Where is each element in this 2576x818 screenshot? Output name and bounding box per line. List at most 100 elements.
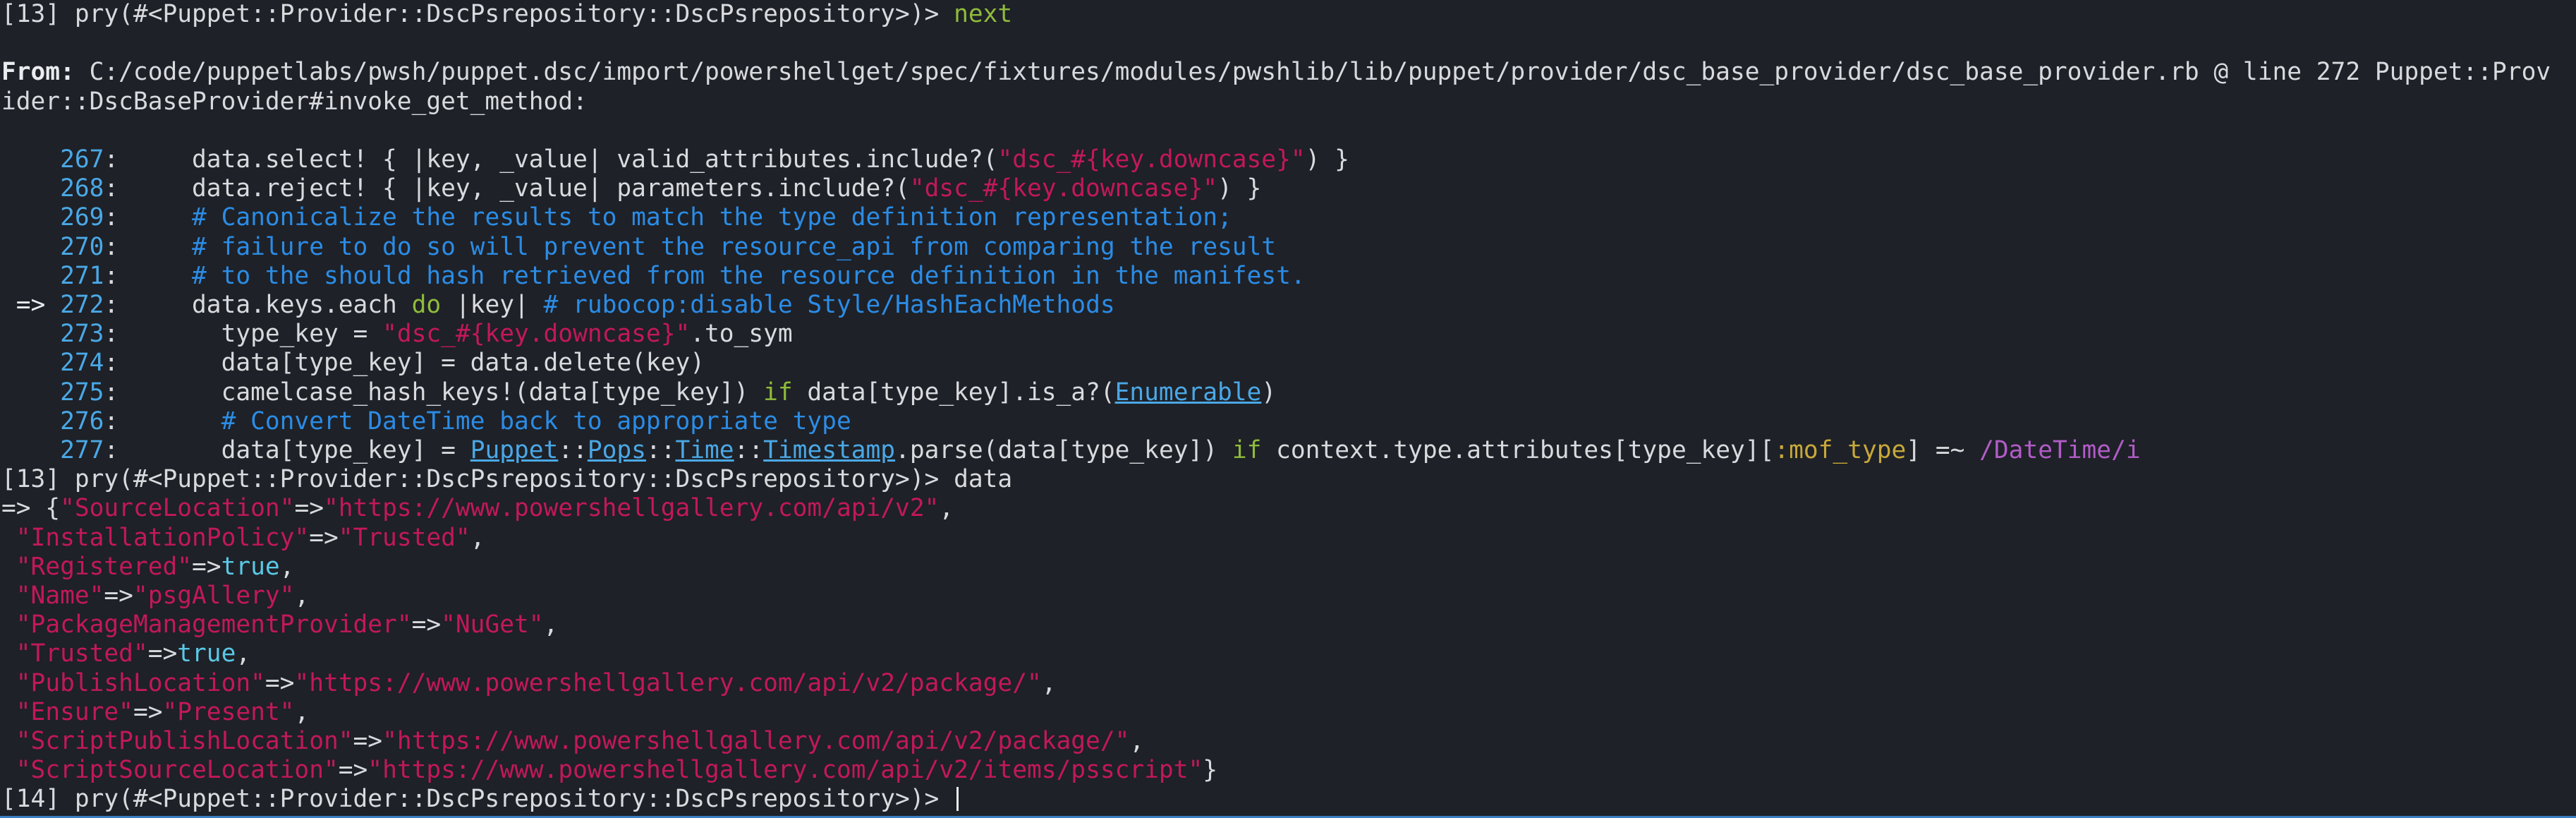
terminal-line: [13] pry(#<Puppet::Provider::DscPsreposi…: [1, 465, 2576, 494]
terminal-token: ,: [470, 523, 485, 552]
terminal-token: 277: [1, 436, 104, 464]
terminal-line: "PackageManagementProvider"=>"NuGet",: [1, 611, 2576, 639]
terminal-token: data[type_key].is_a?(: [792, 378, 1115, 407]
terminal-token: "Present": [162, 697, 295, 726]
terminal-token: : type_key =: [104, 320, 383, 349]
terminal-token: .to_sym: [690, 320, 793, 349]
terminal-token: "https://www.powershellgallery.com/api/v…: [294, 668, 1042, 697]
terminal-line: 276: # Convert DateTime back to appropri…: [1, 407, 2576, 436]
terminal-token: "Name": [16, 582, 104, 610]
terminal-token: [13] pry(#<Puppet::Provider::DscPsreposi…: [1, 465, 1013, 494]
terminal-token: :: [104, 232, 193, 261]
terminal-token: do: [411, 291, 442, 319]
terminal-line: 270: # failure to do so will prevent the…: [1, 233, 2576, 262]
terminal-token: =>: [104, 582, 133, 610]
terminal-token: : data[type_key] = data.delete(key): [104, 349, 705, 378]
terminal-line: "ScriptPublishLocation"=>"https://www.po…: [1, 727, 2576, 756]
terminal-token: # Canonicalize the results to match the …: [192, 203, 1232, 232]
terminal-token: "psgAllery": [133, 582, 295, 610]
terminal-line: "Ensure"=>"Present",: [1, 698, 2576, 727]
terminal-token: =>: [411, 611, 442, 639]
terminal-token: 269: [1, 203, 104, 232]
terminal-token: "dsc_#{key.downcase}": [997, 145, 1306, 174]
terminal-token: Timestamp: [763, 436, 896, 464]
terminal-token: :mof_type: [1774, 436, 1907, 464]
terminal-window[interactable]: [13] pry(#<Puppet::Provider::DscPsreposi…: [0, 0, 2576, 818]
terminal-token: : camelcase_hash_keys!(data[type_key]): [104, 378, 764, 407]
terminal-token: ,: [279, 552, 295, 581]
terminal-token: =>: [133, 697, 163, 726]
terminal-token: 271: [1, 261, 104, 290]
terminal-token: "dsc_#{key.downcase}": [909, 174, 1217, 203]
terminal-token: Time: [675, 436, 734, 464]
terminal-token: 272: [60, 291, 104, 319]
terminal-token: "ScriptPublishLocation": [16, 727, 353, 755]
terminal-line: 271: # to the should hash retrieved from…: [1, 262, 2576, 291]
terminal-token: # to the should hash retrieved from the …: [192, 261, 1306, 290]
terminal-line: "InstallationPolicy"=>"Trusted",: [1, 524, 2576, 553]
terminal-token: [14] pry(#<Puppet::Provider::DscPsreposi…: [1, 785, 954, 814]
terminal-token: # rubocop:disable Style/HashEachMethods: [543, 291, 1115, 319]
terminal-token: true: [221, 552, 280, 581]
terminal-token: =>: [265, 668, 295, 697]
terminal-token: ,: [236, 639, 251, 668]
terminal-token: ,: [939, 494, 954, 523]
terminal-token: :: [104, 261, 193, 290]
terminal-token: "Trusted": [338, 523, 470, 552]
terminal-token: ::: [645, 436, 676, 464]
terminal-token: "https://www.powershellgallery.com/api/v…: [367, 756, 1203, 785]
terminal-token: : data[type_key] =: [104, 436, 470, 464]
terminal-line: From: C:/code/puppetlabs/pwsh/puppet.dsc…: [1, 58, 2576, 87]
terminal-line: 273: type_key = "dsc_#{key.downcase}".to…: [1, 320, 2576, 349]
terminal-token: : data.select! { |key, _value| valid_att…: [104, 145, 998, 174]
terminal-token: "PublishLocation": [16, 668, 265, 697]
terminal-token: }: [1203, 756, 1218, 785]
terminal-token: =>: [294, 494, 324, 523]
terminal-token: =>: [338, 756, 368, 785]
terminal-token: if: [1232, 436, 1262, 464]
text-cursor[interactable]: [956, 787, 959, 812]
terminal-token: context.type.attributes[type_key][: [1261, 436, 1775, 464]
terminal-token: =>: [192, 552, 221, 581]
terminal-token: [13] pry(#<Puppet::Provider::DscPsreposi…: [1, 0, 954, 28]
terminal-token: "PackageManagementProvider": [16, 611, 412, 639]
terminal-token: ider::DscBaseProvider#invoke_get_method:: [1, 87, 588, 116]
terminal-token: "SourceLocation": [60, 494, 295, 523]
terminal-token: =>: [1, 291, 61, 319]
terminal-line: "ScriptSourceLocation"=>"https://www.pow…: [1, 756, 2576, 785]
terminal-token: =>: [309, 523, 339, 552]
terminal-token: "NuGet": [441, 611, 544, 639]
terminal-token: "dsc_#{key.downcase}": [382, 320, 691, 349]
terminal-line: 268: data.reject! { |key, _value| parame…: [1, 174, 2576, 203]
terminal-line: "Registered"=>true,: [1, 553, 2576, 582]
terminal-token: ::: [558, 436, 588, 464]
terminal-line: "Name"=>"psgAllery",: [1, 582, 2576, 611]
terminal-token: ] =~: [1906, 436, 1980, 464]
terminal-token: C:/code/puppetlabs/pwsh/puppet.dsc/impor…: [89, 58, 2551, 87]
terminal-token: "https://www.powershellgallery.com/api/v…: [323, 494, 940, 523]
terminal-token: ): [1261, 378, 1277, 407]
terminal-line: 267: data.select! { |key, _value| valid_…: [1, 145, 2576, 174]
terminal-token: |key|: [441, 291, 544, 319]
terminal-token: ,: [294, 697, 310, 726]
terminal-token: : data.keys.each: [104, 291, 412, 319]
terminal-token: From:: [1, 58, 90, 87]
terminal-token: "Trusted": [16, 639, 148, 668]
terminal-token: 267: [1, 145, 104, 174]
terminal-token: /DateTime/i: [1979, 436, 2141, 464]
terminal-token: "https://www.powershellgallery.com/api/v…: [382, 727, 1130, 755]
terminal-line: 269: # Canonicalize the results to match…: [1, 203, 2576, 232]
terminal-token: 270: [1, 232, 104, 261]
terminal-token: "Registered": [16, 552, 193, 581]
terminal-token: 276: [1, 407, 104, 435]
terminal-token: :: [104, 407, 221, 435]
